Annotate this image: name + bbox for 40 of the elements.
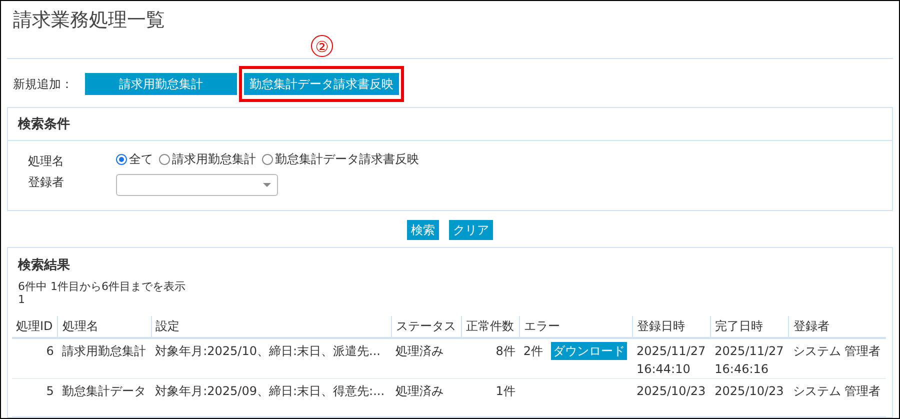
column-header[interactable]: 正常件数 xyxy=(462,316,520,338)
result-summary: 6件中 1件目から6件目までを表示 xyxy=(18,280,186,293)
page-number[interactable]: 1 xyxy=(18,293,892,306)
table-cell: システム 管理者 xyxy=(788,338,886,378)
radio-option[interactable]: 勤怠集計データ請求書反映 xyxy=(262,151,419,168)
table-cell: 対象年月:2025/09、締日:末日、得意先:... xyxy=(151,378,392,416)
table-cell: 2件 xyxy=(523,344,543,358)
table-cell: 処理済み xyxy=(392,338,462,378)
column-header[interactable]: 登録者 xyxy=(788,316,886,338)
radio-option[interactable]: 請求用勤怠集計 xyxy=(159,151,256,168)
table-cell: 2025/10/23 xyxy=(636,384,706,398)
table-cell: 対象年月:2025/10、締日:末日、派遣先... xyxy=(151,338,392,378)
panel-title: 検索条件 xyxy=(8,108,892,141)
column-header[interactable]: 登録日時 xyxy=(632,316,711,338)
field-label: 登録者 xyxy=(28,174,65,191)
column-header[interactable]: ステータス xyxy=(392,316,462,338)
field-label: 処理名 xyxy=(28,153,65,170)
table-cell: 8件 xyxy=(462,338,520,378)
new-add-label: 新規追加： xyxy=(13,76,74,92)
table-cell: 処理済み xyxy=(392,378,462,416)
table-cell: 2025/10/23 xyxy=(714,384,784,398)
table-cell: 請求用勤怠集計 xyxy=(58,338,152,378)
table-cell: システム 管理者 xyxy=(788,378,886,416)
table-cell: 2025/11/27 16:46:16 xyxy=(714,344,784,376)
page-title: 請求業務処理一覧 xyxy=(12,8,166,33)
column-header[interactable]: エラー xyxy=(519,316,632,338)
panel-title: 検索結果 xyxy=(16,256,71,275)
caret-icon xyxy=(263,183,271,187)
column-header[interactable]: 設定 xyxy=(151,316,392,338)
column-header[interactable]: 処理ID xyxy=(12,316,58,338)
annotation-number: ② xyxy=(311,35,333,57)
radio-option[interactable]: 全て xyxy=(116,151,153,168)
table-cell: 勤怠集計データ xyxy=(58,378,152,416)
registrant-dropdown[interactable] xyxy=(116,174,278,196)
table-cell: 2025/11/27 16:44:10 xyxy=(636,344,706,376)
column-header[interactable]: 処理名 xyxy=(58,316,152,338)
table-cell: 5 xyxy=(12,378,58,416)
table-cell: 6 xyxy=(12,338,58,378)
column-header[interactable]: 完了日時 xyxy=(710,316,789,338)
table-cell: 1件 xyxy=(462,378,520,416)
